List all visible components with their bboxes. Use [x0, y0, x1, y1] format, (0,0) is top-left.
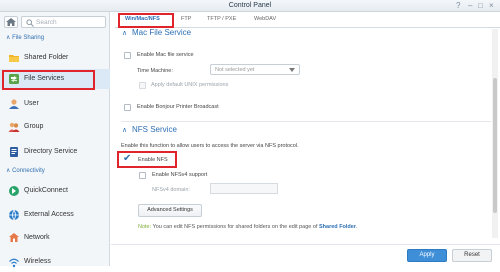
reset-button[interactable]: Reset [452, 249, 492, 262]
chevron-down-icon [289, 68, 295, 72]
sidebar-item-network[interactable]: Network [0, 228, 110, 248]
bonjour-label: Enable Bonjour Printer Broadcast [137, 104, 219, 110]
nfs-note: Note: You can edit NFS permissions for s… [138, 224, 358, 230]
group-icon [8, 122, 20, 132]
section-file-sharing[interactable]: ∧ File Sharing [6, 34, 44, 41]
time-machine-label: Time Machine: [137, 68, 173, 74]
time-machine-select[interactable]: Not selected yet [210, 64, 300, 75]
unix-perm-label: Apply default UNIX permissions [151, 82, 229, 88]
scrollbar-thumb[interactable] [493, 78, 497, 213]
enable-mac-checkbox[interactable] [124, 52, 131, 59]
nfs-description: Enable this function to allow users to a… [121, 143, 299, 149]
sidebar-item-wireless[interactable]: Wireless [0, 252, 110, 272]
chevron-up-icon[interactable]: ∧ [122, 126, 127, 134]
nfs-section-header: NFS Service [132, 125, 177, 134]
highlight-enable-nfs [117, 151, 177, 168]
wireless-icon [9, 258, 19, 268]
enable-mac-label: Enable Mac file service [137, 52, 194, 58]
main-content: ∧ Mac File Service Enable Mac file servi… [115, 29, 492, 238]
chevron-up-icon[interactable]: ∧ [122, 29, 127, 37]
home-button[interactable] [4, 16, 18, 28]
close-icon[interactable]: × [489, 2, 494, 10]
advanced-settings-button[interactable]: Advanced Settings [138, 204, 202, 217]
sidebar-item-directory-service[interactable]: Directory Service [0, 142, 110, 162]
globe-icon [9, 209, 19, 221]
sidebar-item-external-access[interactable]: External Access [0, 205, 110, 225]
sidebar-item-quickconnect[interactable]: QuickConnect [0, 181, 110, 201]
apply-button[interactable]: Apply [407, 249, 447, 262]
bonjour-checkbox[interactable] [124, 104, 131, 111]
tab-tftp-pxe[interactable]: TFTP / PXE [207, 16, 236, 22]
sidebar-item-shared-folder[interactable]: Shared Folder [0, 48, 110, 68]
nfsv4-label: Enable NFSv4 support [152, 172, 208, 178]
chevron-up-icon: ∧ [6, 35, 11, 41]
shared-folder-link[interactable]: Shared Folder [319, 224, 356, 230]
search-placeholder: Search [36, 19, 57, 26]
nfsv4-domain-label: NFSv4 domain: [152, 187, 190, 193]
unix-perm-checkbox[interactable] [139, 82, 146, 89]
mac-section-header: Mac File Service [132, 29, 192, 37]
user-icon [9, 99, 19, 109]
search-field[interactable]: Search [21, 16, 106, 28]
highlight-tab [118, 13, 174, 28]
nfsv4-domain-input[interactable] [210, 183, 278, 194]
time-machine-value: Not selected yet [215, 67, 255, 73]
search-icon [26, 19, 34, 27]
sidebar: Search ∧ File Sharing Shared Folder File… [0, 12, 110, 268]
network-icon [9, 233, 19, 242]
minimize-icon[interactable]: – [468, 2, 472, 10]
directory-icon [10, 147, 18, 157]
tab-ftp[interactable]: FTP [181, 16, 191, 22]
sidebar-item-group[interactable]: Group [0, 117, 110, 137]
quickconnect-icon [9, 186, 19, 196]
tab-webdav[interactable]: WebDAV [254, 16, 276, 22]
highlight-file-services [2, 70, 95, 90]
maximize-icon[interactable]: □ [478, 2, 483, 10]
folder-icon [9, 55, 19, 62]
section-divider [121, 121, 491, 122]
help-icon[interactable]: ? [456, 2, 460, 10]
chevron-up-icon: ∧ [6, 168, 11, 174]
home-icon [6, 18, 16, 26]
nfsv4-checkbox[interactable] [139, 172, 146, 179]
section-connectivity[interactable]: ∧ Connectivity [6, 167, 45, 174]
window-title: Control Panel [228, 2, 272, 9]
sidebar-item-user[interactable]: User [0, 94, 110, 114]
window-titlebar: Control Panel ? – □ × [0, 0, 500, 12]
